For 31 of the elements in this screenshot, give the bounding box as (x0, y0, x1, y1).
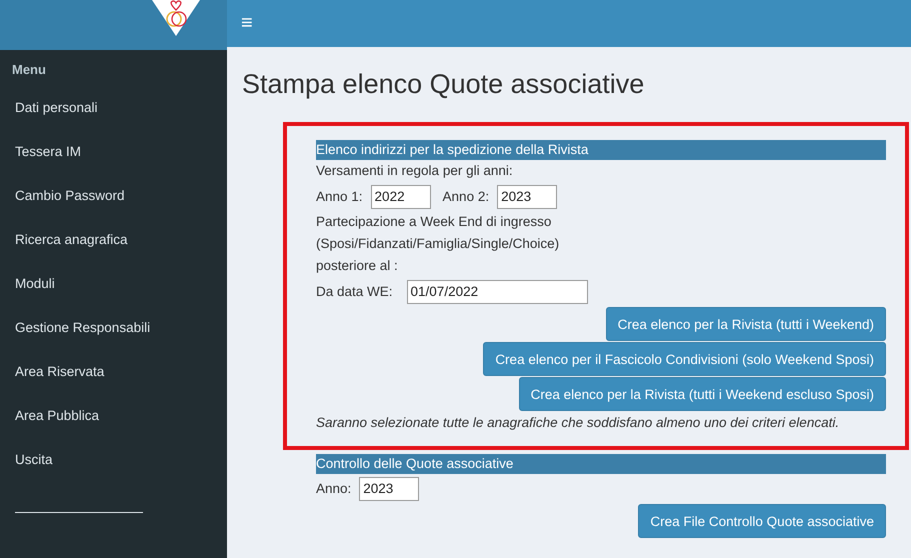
field-label: Anno: (316, 481, 352, 496)
menu-heading: Menu (11, 62, 47, 79)
create-list-button[interactable]: Crea elenco per il Fascicolo Condivisioni (solo Weekend Sposi) (483, 342, 886, 376)
page-title: Stampa elenco Quote associative (242, 69, 646, 100)
create-list-button[interactable]: Crea File Controllo Quote associative (638, 504, 886, 538)
create-list-button[interactable]: Crea elenco per la Rivista (tutti i Weekend) (606, 307, 886, 341)
form-text: posteriore al : (316, 257, 399, 275)
sidebar-item[interactable]: Gestione Responsabili (0, 306, 227, 350)
section-header: Elenco indirizzi per la spedizione della Rivista (316, 140, 886, 160)
form-text: Partecipazione a Week End di ingresso (316, 213, 552, 231)
sidebar-item[interactable]: Ricerca anagrafica (0, 218, 227, 262)
form-text: Versamenti in regola per gli anni: (316, 162, 514, 180)
form-text: (Sposi/Fidanzati/Famiglia/Single/Choice) (316, 235, 560, 253)
create-list-button[interactable]: Crea elenco per la Rivista (tutti i Weekend escluso Sposi) (518, 377, 886, 411)
input-field[interactable]: 2023 (497, 184, 558, 208)
sidebar-item[interactable]: Cambio Password (0, 174, 227, 218)
field-label: Da data WE: (316, 284, 393, 299)
field-label: Anno 2: (442, 189, 490, 204)
field-label: Anno 1: (316, 189, 363, 204)
sidebar-item[interactable]: Area Riservata (0, 350, 227, 394)
section-header: Controllo delle Quote associative (316, 454, 886, 474)
input-field[interactable]: 01/07/2022 (406, 280, 588, 304)
sidebar-item[interactable]: Dati personali (0, 86, 227, 130)
input-field[interactable]: 2023 (359, 476, 420, 500)
note-text: Saranno selezionate tutte le anagrafiche che soddisfano almeno uno dei criteri elencati. (316, 415, 840, 430)
logo-icon (152, 0, 200, 36)
sidebar-item[interactable]: Tessera IM (0, 130, 227, 174)
sidebar-item[interactable]: Area Pubblica (0, 394, 227, 438)
sidebar-item[interactable]: Uscita (0, 438, 227, 482)
sidebar-item[interactable]: Moduli (0, 262, 227, 306)
input-field[interactable]: 2022 (370, 184, 431, 208)
